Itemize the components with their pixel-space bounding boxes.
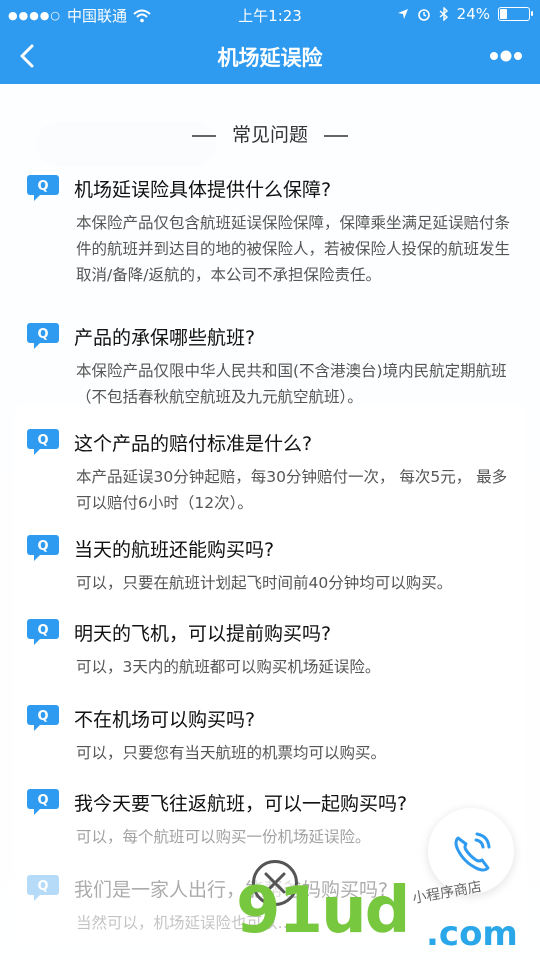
faq-question-icon: Q [27,705,59,731]
faq-item: Q 当天的航班还能购买吗? 可以，只要在航班计划起飞时间前40分钟均可以购买。 [26,534,516,596]
faq-question: 明天的飞机，可以提前购买吗? [74,622,332,645]
watermark-subtitle: 小程序商店 [411,879,484,907]
faq-item: Q 产品的承保哪些航班? 本保险产品仅限中华人民共和国(不含港澳台)境内民航定期航… [26,322,516,410]
page-title: 机场延误险 [217,46,323,70]
svg-text:Q: Q [37,793,48,808]
title-divider-left [191,134,216,137]
faq-section-title: 常见问题 [0,120,540,147]
battery-fill [500,9,508,19]
faq-question-icon: Q [27,619,59,645]
faq-item: Q 这个产品的赔付标准是什么? 本产品延误30分钟起赔，每30分钟赔付一次， 每次… [26,428,516,516]
faq-question: 产品的承保哪些航班? [74,326,256,349]
svg-text:Q: Q [37,879,48,894]
faq-item: Q 机场延误险具体提供什么保障? 本保险产品仅包含航班延误保险保障，保障乘坐满足延… [26,174,516,288]
watermark: 91ud 小程序商店 .com [236,874,526,960]
faq-answer: 本保险产品仅包含航班延误保险保障，保障乘坐满足延误赔付条件的航班并到达目的地的被… [76,214,511,284]
faq-question-icon: Q [27,535,59,561]
faq-question: 这个产品的赔付标准是什么? [74,432,313,455]
svg-text:Q: Q [37,327,48,342]
faq-question-icon: Q [27,175,59,201]
bluetooth-icon [439,7,448,21]
title-divider-right [324,134,348,137]
svg-text:Q: Q [37,623,48,638]
svg-text:Q: Q [37,179,48,194]
faq-answer: 可以，3天内的航班都可以购买机场延误险。 [76,658,381,676]
faq-question-icon: Q [27,875,59,901]
svg-text:Q: Q [37,539,48,554]
faq-question: 我今天要飞往返航班，可以一起购买吗? [74,792,408,815]
battery-percent: 24% [456,5,490,23]
svg-text:Q: Q [37,709,48,724]
faq-item: Q 不在机场可以购买吗? 可以，只要您有当天航班的机票均可以购买。 [26,704,516,766]
status-bar: ●●●●○ 中国联通 上午1:23 24% [0,0,540,28]
faq-question: 不在机场可以购买吗? [74,708,256,731]
watermark-domain: .com [426,914,518,954]
faq-answer: 本保险产品仅限中华人民共和国(不含港澳台)境内民航定期航班（不包括春秋航空航班及… [76,362,507,406]
faq-question: 机场延误险具体提供什么保障? [74,178,332,201]
faq-answer: 本产品延误30分钟起赔，每30分钟赔付一次， 每次5元， 最多可以赔付6小时（1… [76,468,508,512]
faq-section-title-text: 常见问题 [231,124,308,146]
faq-item: Q 明天的飞机，可以提前购买吗? 可以，3天内的航班都可以购买机场延误险。 [26,618,516,680]
battery-icon [498,7,533,21]
faq-answer: 可以，只要在航班计划起飞时间前40分钟均可以购买。 [76,574,453,592]
faq-question-icon: Q [27,429,59,455]
faq-question-icon: Q [27,323,59,349]
faq-question: 当天的航班还能购买吗? [74,538,275,561]
nav-bar: 机场延误险 [0,28,540,84]
watermark-logo: 91ud [236,874,410,948]
faq-answer: 可以，只要您有当天航班的机票均可以购买。 [76,744,387,762]
more-options-icon[interactable] [486,42,526,70]
alarm-icon [417,9,430,21]
faq-question-icon: Q [27,789,59,815]
location-arrow-icon [397,9,408,19]
svg-text:Q: Q [37,433,48,448]
